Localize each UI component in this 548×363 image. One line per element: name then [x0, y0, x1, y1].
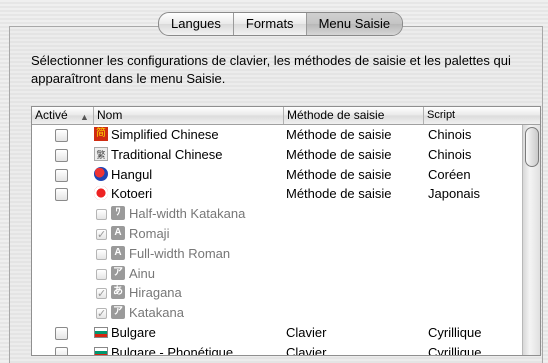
column-header-active-label: Activé [35, 108, 68, 122]
table-row[interactable]: ✓ ア Katakana [32, 303, 522, 323]
enable-checkbox [96, 268, 107, 280]
row-name: Kotoeri [111, 186, 153, 202]
row-script: Japonais [428, 186, 481, 202]
table-row[interactable]: ア Ainu [32, 264, 522, 284]
row-name: Hangul [111, 166, 153, 182]
table-header: Activé ▲ Nom Méthode de saisie Script [32, 107, 540, 125]
table-row[interactable]: 繁 Traditional Chinese Méthode de saisie Chi… [32, 145, 522, 165]
enable-checkbox[interactable] [55, 148, 68, 162]
table-row[interactable]: ﾜ Half-width Katakana [32, 204, 522, 224]
row-script: Cyrillique [428, 344, 482, 355]
table-row[interactable]: ✓ A Romaji [32, 224, 522, 244]
enable-checkbox[interactable] [55, 129, 68, 142]
tab-menu-saisie[interactable]: Menu Saisie [306, 13, 403, 35]
enable-checkbox [96, 248, 107, 260]
row-name: Ainu [129, 265, 156, 281]
hiragana-icon: あ [111, 285, 125, 300]
tab-langues[interactable]: Langues [159, 13, 234, 35]
table-row[interactable]: Bulgare Clavier Cyrillique [32, 323, 522, 343]
table-body: 简 Simplified Chinese Méthode de saisie Chin… [32, 125, 522, 355]
row-script: Cyrillique [428, 324, 482, 340]
enable-checkbox: ✓ [96, 288, 107, 301]
sort-arrow-icon: ▲ [80, 112, 89, 122]
katakana-icon: ア [111, 305, 125, 320]
row-method: Méthode de saisie [286, 166, 392, 182]
row-script: Chinois [428, 127, 472, 142]
ainu-icon: ア [111, 265, 125, 280]
table-row[interactable]: Hangul Méthode de saisie Coréen [32, 165, 522, 185]
tab-bar: Langues Formats Menu Saisie [158, 12, 404, 36]
row-name: Hiragana [129, 285, 182, 301]
full-width-roman-icon: A [111, 245, 125, 260]
column-header-method[interactable]: Méthode de saisie [284, 107, 424, 124]
bulgarian-flag-icon [94, 326, 108, 338]
tab-formats[interactable]: Formats [234, 13, 307, 35]
row-script: Chinois [428, 146, 472, 162]
enable-checkbox: ✓ [96, 308, 107, 321]
row-method: Méthode de saisie [286, 186, 392, 202]
row-name: Traditional Chinese [111, 146, 223, 162]
row-name: Bulgare - Phonétique [111, 344, 234, 355]
row-script: Coréen [428, 166, 471, 182]
description-text: Sélectionner les configurations de clavi… [31, 53, 511, 86]
input-sources-table: Activé ▲ Nom Méthode de saisie Script 简S… [31, 106, 541, 356]
enable-checkbox[interactable] [55, 346, 68, 355]
row-name: Bulgare [111, 324, 156, 340]
table-row[interactable]: A Full-width Roman [32, 244, 522, 264]
column-header-active[interactable]: Activé ▲ [32, 107, 94, 124]
kotoeri-icon [94, 186, 108, 201]
row-name: Full-width Roman [129, 245, 231, 261]
hangul-icon [94, 166, 108, 181]
enable-checkbox[interactable] [55, 326, 68, 340]
vertical-scrollbar[interactable] [522, 125, 540, 355]
romaji-icon: A [111, 225, 125, 240]
row-method: Clavier [286, 344, 327, 355]
row-name: Half-width Katakana [129, 206, 246, 222]
column-header-script[interactable]: Script [424, 107, 540, 124]
half-width-katakana-icon: ﾜ [111, 206, 125, 221]
table-row[interactable]: Kotoeri Méthode de saisie Japonais [32, 184, 522, 204]
row-method: Méthode de saisie [286, 146, 392, 162]
enable-checkbox [96, 209, 107, 221]
enable-checkbox[interactable] [55, 168, 68, 182]
chinese-traditional-icon: 繁 [94, 146, 108, 161]
row-method: Méthode de saisie [286, 127, 392, 142]
table-row[interactable]: 简 Simplified Chinese Méthode de saisie Chin… [32, 125, 522, 145]
chinese-simplified-icon: 简 [94, 127, 108, 141]
column-header-name[interactable]: Nom [94, 107, 284, 124]
scrollbar-thumb[interactable] [525, 127, 539, 167]
row-name: Katakana [129, 305, 184, 321]
row-name: Simplified Chinese [111, 127, 219, 142]
table-row[interactable]: ✓ あ Hiragana [32, 283, 522, 303]
row-method: Clavier [286, 324, 327, 340]
bulgarian-flag-icon [94, 346, 108, 355]
row-name: Romaji [129, 225, 170, 241]
table-row[interactable]: Bulgare - Phonétique Clavier Cyrillique [32, 343, 522, 355]
enable-checkbox: ✓ [96, 228, 107, 241]
enable-checkbox[interactable] [55, 188, 68, 202]
